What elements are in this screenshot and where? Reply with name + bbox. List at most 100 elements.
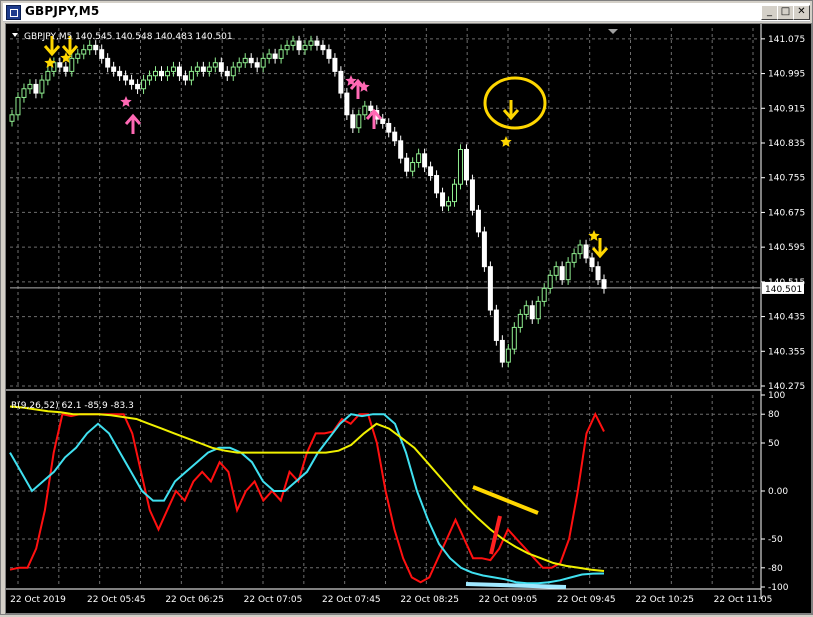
candle: [153, 66, 159, 81]
price-tick-label: 140.755: [768, 174, 805, 184]
ind-tick-label: 80: [768, 410, 780, 420]
candle: [63, 61, 69, 77]
candle-body: [350, 114, 356, 129]
time-tick-label: 22 Oct 09:45: [557, 595, 616, 605]
candle: [87, 40, 93, 55]
time-tick-label: 22 Oct 11:05: [714, 595, 773, 605]
candle: [446, 196, 452, 212]
time-tick-label: 22 Oct 05:45: [87, 595, 146, 605]
candle-body: [200, 66, 206, 72]
candle: [505, 343, 511, 368]
chart-icon: [6, 5, 21, 20]
candle: [224, 66, 230, 81]
highlight-circle: [483, 76, 547, 130]
candle-body: [583, 244, 589, 259]
candle: [362, 100, 368, 120]
time-tick-label: 22 Oct 08:25: [400, 595, 459, 605]
minimize-button[interactable]: _: [761, 5, 778, 20]
candle-body: [535, 300, 541, 320]
candle: [147, 70, 153, 86]
window-title: GBPJPY,M5: [25, 4, 100, 18]
price-tick-label: 140.595: [768, 243, 805, 253]
candle: [290, 35, 296, 51]
maximize-button[interactable]: □: [777, 5, 794, 20]
chart-shift-icon[interactable]: [608, 29, 618, 34]
candle: [254, 57, 260, 73]
candle-body: [248, 57, 254, 64]
candle-body: [559, 266, 565, 281]
candle-body: [182, 75, 188, 81]
candle-body: [63, 66, 69, 72]
close-button[interactable]: ✕: [793, 5, 810, 20]
candle: [463, 144, 469, 186]
candle-body: [457, 149, 463, 185]
candle: [27, 79, 33, 94]
candle-body: [153, 70, 159, 77]
candle-body: [188, 70, 194, 81]
price-tick-label: 140.915: [768, 104, 805, 114]
candle-body: [27, 83, 33, 90]
candle: [182, 70, 188, 86]
candle-body: [254, 62, 260, 68]
header-menu-icon[interactable]: [12, 33, 18, 37]
time-tick-label: 22 Oct 07:05: [244, 595, 303, 605]
candle: [344, 87, 350, 120]
candle: [272, 48, 278, 64]
chart-window: GBPJPY,M5 _ □ ✕ 141.075 140.995 140.915 140…: [0, 0, 813, 615]
signal-star-icon: [120, 96, 132, 107]
candle: [440, 187, 446, 212]
candle-body: [493, 309, 499, 341]
candle-body: [141, 79, 147, 90]
divergence-line-cyan: [465, 582, 567, 589]
chart-area[interactable]: 141.075 140.995 140.915 140.835 140.755 140.6…: [5, 23, 812, 614]
candle-body: [93, 44, 99, 51]
grid: [6, 24, 762, 599]
candle: [117, 66, 123, 81]
candle-body: [446, 201, 452, 207]
candle-body: [296, 40, 302, 51]
candle: [200, 61, 206, 77]
candle-body: [176, 66, 182, 77]
candle: [380, 113, 386, 129]
candle: [404, 152, 410, 177]
candle-body: [9, 114, 15, 122]
candle: [135, 79, 141, 94]
candle: [141, 74, 147, 94]
candle-body: [105, 57, 111, 68]
candle-body: [499, 339, 505, 363]
price-axis: 141.075 140.995 140.915 140.835 140.755 140.6…: [10, 35, 805, 392]
candle: [170, 61, 176, 77]
candle-body: [368, 105, 374, 111]
candle: [188, 66, 194, 86]
candle: [577, 239, 583, 259]
candle: [452, 179, 458, 207]
candle-body: [356, 114, 362, 129]
candle-body: [392, 131, 398, 142]
candle-body: [469, 179, 475, 211]
candle-body: [218, 62, 224, 72]
candle-body: [481, 231, 487, 268]
candle: [123, 70, 129, 86]
candle-body: [99, 49, 105, 59]
candle-body: [69, 57, 75, 72]
candle: [535, 296, 541, 324]
candle-body: [338, 70, 344, 94]
candle: [565, 257, 571, 285]
candle: [248, 53, 254, 68]
candle: [326, 44, 332, 64]
candle-body: [164, 70, 170, 77]
candle: [434, 170, 440, 199]
candle: [242, 53, 248, 68]
candle-body: [362, 105, 368, 116]
title-bar[interactable]: GBPJPY,M5 _ □ ✕: [3, 3, 810, 22]
candle: [487, 261, 493, 316]
candle-body: [158, 70, 164, 77]
chart-svg[interactable]: 141.075 140.995 140.915 140.835 140.755 140.6…: [6, 24, 811, 613]
candle: [571, 248, 577, 268]
series-line-R9: [9, 411, 605, 584]
candle-body: [565, 261, 571, 281]
time-tick-label: 22 Oct 07:45: [322, 595, 381, 605]
candle-body: [505, 348, 511, 363]
candle: [386, 118, 392, 138]
candle: [529, 300, 535, 324]
